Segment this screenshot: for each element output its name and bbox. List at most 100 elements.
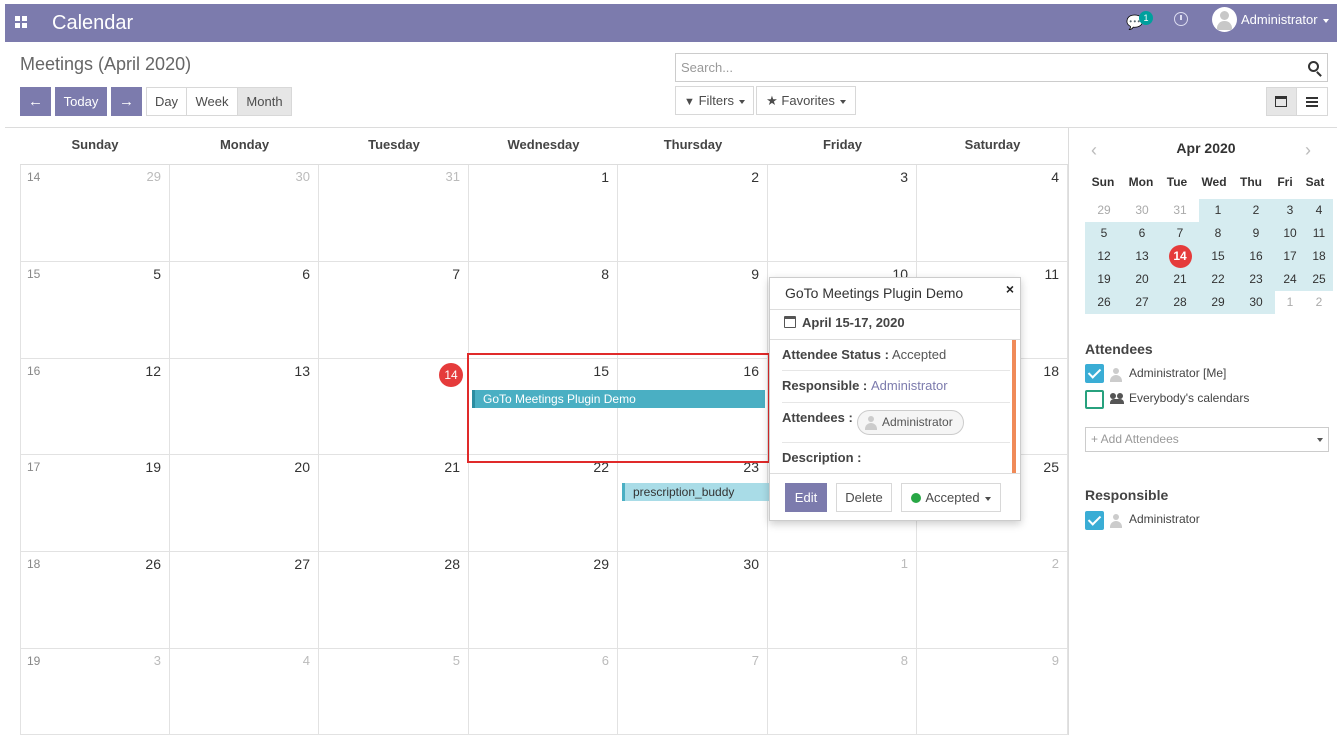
- mini-day[interactable]: 19: [1085, 268, 1123, 291]
- day-cell[interactable]: 13: [170, 359, 319, 455]
- mini-day[interactable]: 14: [1161, 245, 1199, 268]
- mini-day[interactable]: 17: [1275, 245, 1305, 268]
- day-cell[interactable]: 4: [917, 165, 1068, 262]
- day-cell[interactable]: 14: [319, 359, 469, 455]
- day-cell[interactable]: 8: [768, 649, 917, 735]
- day-cell[interactable]: 5: [319, 649, 469, 735]
- day-cell[interactable]: 14 29: [20, 165, 170, 262]
- day-cell[interactable]: 3: [768, 165, 917, 262]
- delete-button[interactable]: Delete: [836, 483, 892, 512]
- mini-day[interactable]: 29: [1199, 291, 1237, 314]
- mini-day[interactable]: 8: [1199, 222, 1237, 245]
- mini-day[interactable]: 9: [1237, 222, 1275, 245]
- everybody-checkbox[interactable]: [1085, 390, 1104, 409]
- activity-clock-icon[interactable]: [1174, 12, 1188, 26]
- day-cell[interactable]: 21: [319, 455, 469, 552]
- mini-day[interactable]: 24: [1275, 268, 1305, 291]
- next-button[interactable]: →: [111, 87, 142, 116]
- scale-month-button[interactable]: Month: [237, 87, 292, 116]
- week-number: 18: [27, 557, 41, 571]
- day-cell[interactable]: 31: [319, 165, 469, 262]
- day-cell[interactable]: 2: [917, 552, 1068, 649]
- mini-day[interactable]: 16: [1237, 245, 1275, 268]
- day-cell[interactable]: 9: [618, 262, 768, 359]
- view-list-button[interactable]: [1296, 87, 1328, 116]
- mini-day[interactable]: 26: [1085, 291, 1123, 314]
- responsible-checkbox[interactable]: [1085, 511, 1104, 530]
- day-cell[interactable]: 18 26: [20, 552, 170, 649]
- day-cell[interactable]: 23: [618, 455, 768, 552]
- close-icon[interactable]: ×: [1006, 281, 1014, 297]
- mini-day[interactable]: 20: [1123, 268, 1161, 291]
- scale-day-button[interactable]: Day: [146, 87, 187, 116]
- mini-day[interactable]: 13: [1123, 245, 1161, 268]
- user-avatar[interactable]: [1212, 7, 1237, 32]
- mini-day[interactable]: 29: [1085, 199, 1123, 222]
- filters-button[interactable]: ▼ Filters: [675, 86, 754, 115]
- day-cell[interactable]: 6: [170, 262, 319, 359]
- mini-calendar-next[interactable]: ›: [1305, 140, 1311, 161]
- attendee-chip[interactable]: Administrator: [857, 410, 964, 435]
- day-cell[interactable]: 29: [469, 552, 618, 649]
- mini-day[interactable]: 30: [1123, 199, 1161, 222]
- apps-menu-icon[interactable]: [15, 16, 27, 28]
- mini-day[interactable]: 2: [1305, 291, 1333, 314]
- day-cell[interactable]: 30: [618, 552, 768, 649]
- previous-button[interactable]: ←: [20, 87, 51, 116]
- day-cell[interactable]: 22: [469, 455, 618, 552]
- mini-day[interactable]: 15: [1199, 245, 1237, 268]
- day-cell[interactable]: 19 3: [20, 649, 170, 735]
- scale-week-button[interactable]: Week: [186, 87, 238, 116]
- search-icon[interactable]: [1308, 61, 1319, 72]
- day-cell[interactable]: 4: [170, 649, 319, 735]
- mini-day[interactable]: 11: [1305, 222, 1333, 245]
- mini-day[interactable]: 21: [1161, 268, 1199, 291]
- day-cell[interactable]: 7: [319, 262, 469, 359]
- day-cell[interactable]: 17 19: [20, 455, 170, 552]
- day-cell[interactable]: 1: [469, 165, 618, 262]
- day-cell[interactable]: 9: [917, 649, 1068, 735]
- day-cell[interactable]: 8: [469, 262, 618, 359]
- attendee-me-checkbox[interactable]: [1085, 364, 1104, 383]
- mini-day[interactable]: 12: [1085, 245, 1123, 268]
- mini-day[interactable]: 22: [1199, 268, 1237, 291]
- day-cell[interactable]: 15 5: [20, 262, 170, 359]
- mini-day[interactable]: 3: [1275, 199, 1305, 222]
- accepted-dropdown[interactable]: Accepted: [901, 483, 1001, 512]
- mini-day[interactable]: 1: [1275, 291, 1305, 314]
- scrollbar[interactable]: [1012, 340, 1016, 473]
- mini-day[interactable]: 23: [1237, 268, 1275, 291]
- day-cell[interactable]: 1: [768, 552, 917, 649]
- today-button[interactable]: Today: [55, 87, 107, 116]
- mini-day[interactable]: 10: [1275, 222, 1305, 245]
- event-prescription-buddy[interactable]: prescription_buddy: [622, 483, 772, 501]
- day-cell[interactable]: 28: [319, 552, 469, 649]
- responsible-link[interactable]: Administrator: [871, 378, 948, 393]
- day-cell[interactable]: 30: [170, 165, 319, 262]
- mini-day[interactable]: 25: [1305, 268, 1333, 291]
- mini-day[interactable]: 28: [1161, 291, 1199, 314]
- mini-day[interactable]: 27: [1123, 291, 1161, 314]
- day-cell[interactable]: 20: [170, 455, 319, 552]
- add-attendees-select[interactable]: + Add Attendees: [1085, 427, 1329, 452]
- day-number: 1: [601, 169, 609, 185]
- search-input[interactable]: [676, 54, 1296, 81]
- edit-button[interactable]: Edit: [785, 483, 827, 512]
- day-cell[interactable]: 16 12: [20, 359, 170, 455]
- favorites-button[interactable]: ★ Favorites: [756, 86, 856, 115]
- mini-day[interactable]: 4: [1305, 199, 1333, 222]
- mini-day[interactable]: 5: [1085, 222, 1123, 245]
- mini-day[interactable]: 2: [1237, 199, 1275, 222]
- user-menu[interactable]: Administrator: [1241, 12, 1329, 27]
- day-cell[interactable]: 27: [170, 552, 319, 649]
- mini-day[interactable]: 6: [1123, 222, 1161, 245]
- mini-day[interactable]: 1: [1199, 199, 1237, 222]
- mini-day[interactable]: 31: [1161, 199, 1199, 222]
- mini-day[interactable]: 30: [1237, 291, 1275, 314]
- mini-day[interactable]: 18: [1305, 245, 1333, 268]
- day-cell[interactable]: 2: [618, 165, 768, 262]
- day-cell[interactable]: 7: [618, 649, 768, 735]
- day-cell[interactable]: 6: [469, 649, 618, 735]
- view-calendar-button[interactable]: [1266, 87, 1297, 116]
- mini-day[interactable]: 7: [1161, 222, 1199, 245]
